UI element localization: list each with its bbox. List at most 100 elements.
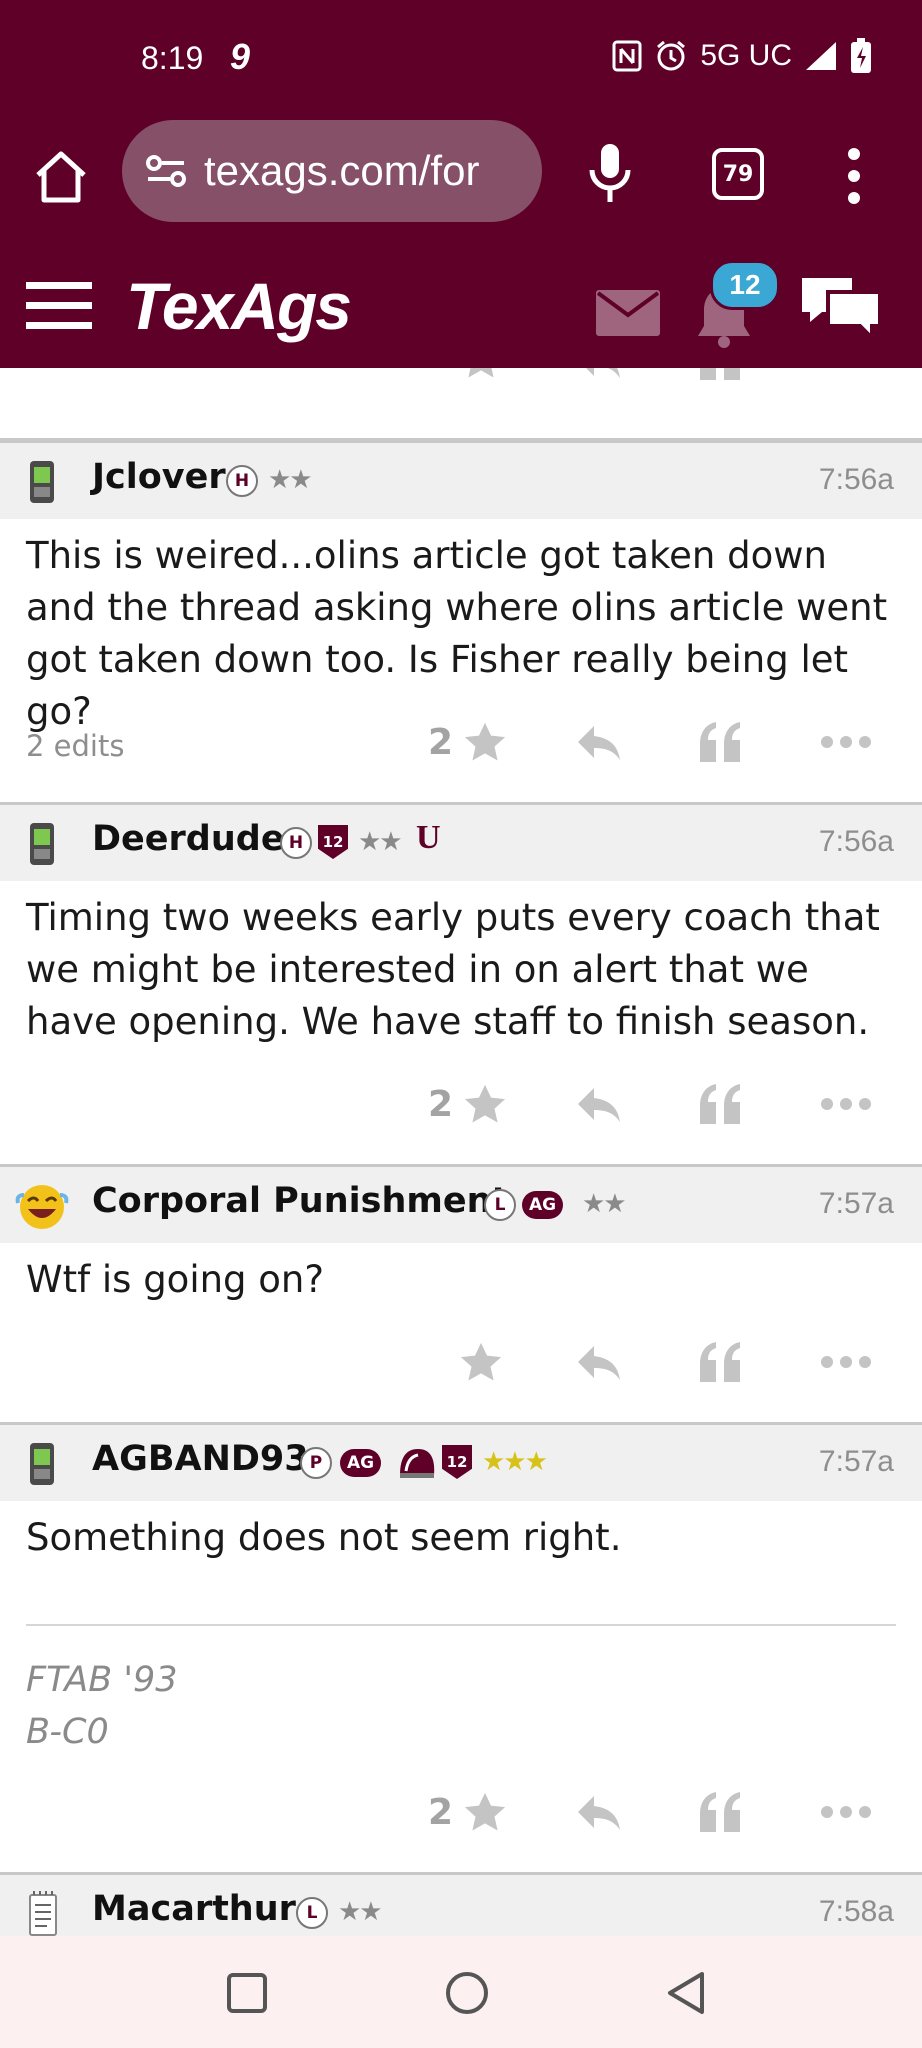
site-header: TexAgs 12: [0, 260, 922, 368]
quote-icon[interactable]: [698, 722, 742, 762]
battery-charging-icon: [851, 38, 871, 73]
chat-icon[interactable]: [798, 274, 884, 346]
post-time: 7:57a: [818, 1445, 894, 1478]
notepad-avatar-icon: [29, 1891, 57, 1936]
signal-icon: [806, 42, 836, 70]
site-settings-icon[interactable]: [144, 149, 188, 193]
notification-count-badge[interactable]: 12: [710, 260, 780, 310]
tab-count: 79: [722, 161, 754, 187]
badge-12th-man: 12: [442, 1445, 472, 1479]
more-icon[interactable]: [820, 735, 872, 749]
badge-h: H: [280, 827, 312, 859]
post-time: 7:58a: [818, 1895, 894, 1928]
post-header: AGBAND93 P AG 12 ★★★ 7:57a: [0, 1422, 922, 1501]
star-button[interactable]: 2: [428, 712, 507, 772]
post-time: 7:56a: [818, 463, 894, 496]
alarm-icon: [657, 40, 686, 71]
thread-feed: Jclover H ★★ 7:56a This is weired...olin…: [0, 368, 922, 1936]
badge-l: L: [484, 1189, 516, 1221]
phone-avatar-icon: [30, 461, 54, 503]
signature-divider: [26, 1624, 896, 1626]
reply-icon[interactable]: [576, 724, 622, 762]
star-button[interactable]: 2: [428, 1782, 507, 1842]
carrier-icon: 9: [230, 36, 251, 77]
star-icon[interactable]: [463, 1083, 507, 1125]
badge-u: U: [416, 819, 441, 856]
post-actions: 2: [0, 712, 922, 772]
band-helmet-badge-icon: [400, 1449, 435, 1478]
post-header: Deerdude H 12 ★★ U 7:56a: [0, 802, 922, 881]
badge-12th-man: 12: [318, 825, 348, 859]
reply-icon[interactable]: [576, 1086, 622, 1124]
rank-stars: ★★★: [482, 1447, 548, 1477]
star-icon[interactable]: [463, 721, 507, 763]
reply-icon[interactable]: [576, 368, 622, 380]
status-icons: 5G UC: [612, 38, 872, 74]
star-button[interactable]: 2: [428, 1074, 507, 1134]
browser-toolbar: texags.com/for 79: [0, 120, 922, 260]
recent-apps-icon[interactable]: [226, 1972, 268, 2014]
rank-stars: ★★: [268, 465, 313, 495]
more-icon[interactable]: [820, 1805, 872, 1819]
system-navigation-bar: [0, 1936, 922, 2048]
badge-l: L: [296, 1897, 328, 1929]
more-options-icon[interactable]: [846, 146, 862, 206]
back-icon[interactable]: [664, 1970, 708, 2016]
post-body: Wtf is going on?: [26, 1258, 325, 1301]
post-author[interactable]: Deerdude: [92, 819, 285, 859]
home-circle-icon[interactable]: [444, 1970, 490, 2016]
quote-icon[interactable]: [698, 1792, 742, 1832]
post-actions: 2: [0, 1782, 922, 1842]
star-icon[interactable]: [463, 1791, 507, 1833]
post-author[interactable]: AGBAND93: [92, 1439, 309, 1479]
badge-ag: AG: [522, 1191, 564, 1219]
more-icon[interactable]: [820, 1355, 872, 1369]
post-time: 7:56a: [818, 825, 894, 858]
rank-stars: ★★: [358, 827, 403, 857]
star-count: 2: [428, 1791, 454, 1833]
reply-icon[interactable]: [576, 1344, 622, 1382]
post-actions: [0, 1332, 922, 1392]
star-button[interactable]: [459, 1332, 503, 1392]
post-author[interactable]: Macarthur: [92, 1889, 296, 1929]
url-text[interactable]: texags.com/for: [204, 147, 479, 195]
quote-icon[interactable]: [698, 1084, 742, 1124]
phone-avatar-icon: [30, 1443, 54, 1485]
mail-icon[interactable]: [596, 290, 660, 336]
post-body: This is weired...olins article got taken…: [26, 534, 888, 733]
tab-switcher-button[interactable]: 79: [712, 148, 764, 200]
rank-stars: ★★: [582, 1189, 627, 1219]
more-icon[interactable]: [820, 1097, 872, 1111]
star-icon[interactable]: [459, 1341, 503, 1383]
texags-logo[interactable]: TexAgs: [126, 268, 352, 344]
post-body: Timing two weeks early puts every coach …: [26, 896, 880, 1043]
post-author[interactable]: Jclover: [92, 457, 226, 497]
menu-icon[interactable]: [26, 280, 92, 332]
home-icon[interactable]: [32, 148, 90, 206]
status-bar: 8:19 9 5G UC: [0, 0, 922, 120]
badge-p: P: [300, 1447, 332, 1479]
star-count: 2: [428, 1083, 454, 1125]
address-bar[interactable]: texags.com/for: [122, 120, 542, 222]
rank-stars: ★★: [338, 1897, 383, 1927]
star-count: 2: [428, 721, 454, 763]
post-header: Corporal Punishment L AG ★★ 7:57a: [0, 1164, 922, 1243]
phone-avatar-icon: [30, 823, 54, 865]
post-body: Something does not seem right.: [26, 1516, 622, 1559]
badge-ag: AG: [340, 1449, 382, 1477]
quote-icon[interactable]: [698, 368, 742, 380]
badge-h: H: [226, 465, 258, 497]
nfc-icon: [612, 40, 642, 72]
reply-icon[interactable]: [576, 1794, 622, 1832]
post-time: 7:57a: [818, 1187, 894, 1220]
microphone-icon[interactable]: [586, 142, 634, 204]
status-time: 8:19: [141, 40, 204, 76]
signature-line: B-C0: [26, 1712, 109, 1752]
star-icon[interactable]: [459, 368, 503, 380]
network-label: 5G UC: [700, 39, 792, 72]
quote-icon[interactable]: [698, 1342, 742, 1382]
post-header: Jclover H ★★ 7:56a: [0, 440, 922, 519]
post-author[interactable]: Corporal Punishment: [92, 1181, 508, 1221]
previous-post-actions: [0, 368, 922, 408]
signature-line: FTAB '93: [26, 1660, 178, 1700]
